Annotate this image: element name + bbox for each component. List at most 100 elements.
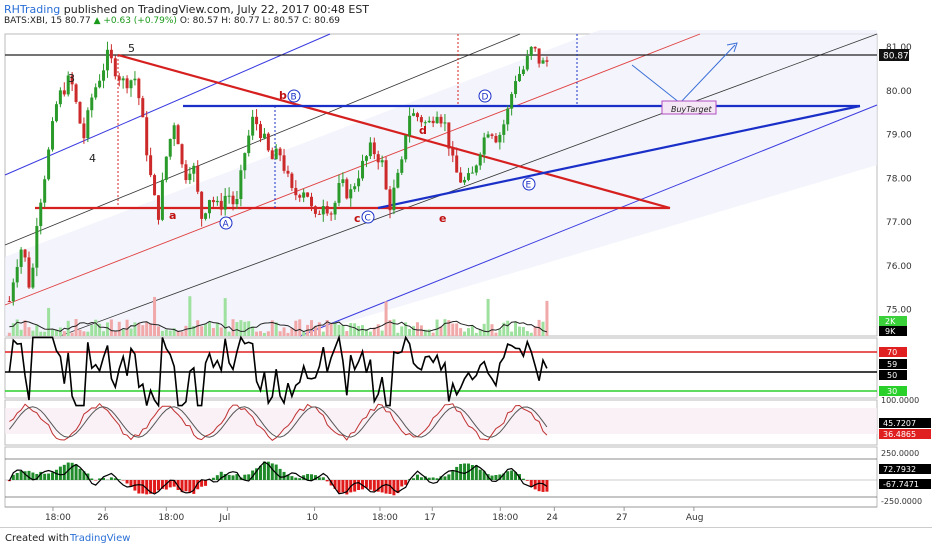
price-tick: 76.00	[886, 262, 912, 272]
cci-bar	[20, 471, 23, 480]
time-tick: 26	[97, 513, 109, 523]
volume-bar	[545, 301, 548, 336]
cci-bar	[90, 478, 93, 480]
ohlc-text: O: 80.57 H: 80.77 L: 80.57 C: 80.69	[180, 16, 340, 26]
cci-bar	[78, 469, 81, 480]
volume-bar	[130, 329, 133, 336]
volume-bar	[267, 331, 270, 336]
candle-body	[330, 213, 333, 214]
candle-body	[212, 200, 215, 202]
author-link[interactable]: RHTrading	[4, 3, 60, 16]
volume-bar	[35, 325, 38, 336]
volume-bar	[259, 331, 262, 336]
time-tick: 18:00	[492, 513, 518, 523]
cci-tag-1-text: 72.7932	[883, 465, 916, 474]
volume-bar	[467, 328, 470, 336]
symbol-text[interactable]: BATS:XBI, 15	[4, 16, 62, 26]
candle-body	[432, 121, 435, 123]
volume-bar	[294, 321, 297, 336]
volume-bar	[235, 322, 238, 336]
cci-bar	[216, 475, 219, 480]
cci-bar	[373, 480, 376, 491]
candle-body	[306, 192, 309, 196]
candle-body	[35, 226, 38, 268]
volume-bar	[400, 326, 403, 336]
volume-bar	[239, 320, 242, 336]
candle-body	[27, 257, 30, 287]
candle-body	[502, 124, 505, 135]
symbol-header: BATS:XBI, 15 80.77 ▲ +0.63 (+0.79%) O: 8…	[4, 16, 340, 26]
candle-body	[118, 76, 121, 80]
cci-bar	[494, 475, 497, 480]
candle-body	[228, 196, 231, 197]
cci-bar	[59, 467, 62, 480]
tradingview-logo[interactable]: TradingView	[70, 533, 130, 544]
candle-body	[90, 98, 93, 111]
candle-body	[334, 203, 337, 215]
circled-label-A: A	[223, 220, 230, 230]
volume-bar	[471, 326, 474, 336]
volume-bar	[157, 326, 160, 336]
time-tick: 17	[424, 513, 435, 523]
candle-body	[542, 60, 545, 63]
cci-bar	[63, 465, 66, 480]
candle-body	[369, 142, 372, 156]
time-tick: Jul	[218, 513, 230, 523]
candle-body	[59, 90, 62, 104]
candle-body	[534, 47, 537, 49]
candle-body	[267, 134, 270, 151]
candle-body	[133, 79, 136, 81]
last-price-tag-text: 80.87	[883, 52, 909, 62]
vol-label-9k: 9K	[885, 327, 896, 336]
cci-bar	[16, 473, 19, 480]
candle-body	[314, 206, 317, 214]
candle-body	[102, 70, 105, 80]
volume-bar	[428, 329, 431, 336]
candle-body	[381, 160, 384, 162]
candle-body	[400, 159, 403, 173]
cci-tag-2-text: -67.7471	[883, 480, 919, 489]
candle-body	[239, 170, 242, 199]
volume-bar	[302, 332, 305, 336]
cci-bar	[428, 478, 431, 480]
candle-body	[318, 214, 321, 215]
time-tick: 18:00	[158, 513, 184, 523]
vol-label-2k: 2K	[885, 317, 896, 326]
candle-body	[475, 165, 478, 172]
candle-body	[388, 189, 391, 210]
volume-bar	[349, 323, 352, 336]
candle-body	[494, 136, 497, 142]
rsi-tag-50-text: 50	[887, 371, 897, 380]
volume-bar	[396, 333, 399, 336]
price-tick: 75.00	[886, 306, 912, 316]
cci-bar	[153, 480, 156, 493]
candle-body	[518, 74, 521, 81]
volume-bar	[31, 331, 34, 336]
volume-bar	[165, 330, 168, 336]
cci-bar	[526, 480, 529, 481]
cci-bar	[298, 478, 301, 480]
volume-bar	[43, 332, 46, 336]
stoch-tick-100: 100.0000	[881, 396, 919, 405]
volume-bar	[75, 319, 78, 336]
cci-bar	[542, 480, 545, 492]
cci-tick-neg250: -250.0000	[881, 497, 922, 506]
cci-bar	[506, 471, 509, 480]
price-tick: 79.00	[886, 131, 912, 141]
volume-bar	[443, 319, 446, 336]
candle-body	[153, 175, 156, 195]
volume-bar	[412, 326, 415, 336]
candle-body	[130, 80, 133, 88]
cci-bar	[463, 463, 466, 480]
chart-canvas[interactable]: 5 3 4 a b c d e A B C D E BuyTarget 81.0…	[0, 0, 932, 527]
candle-body	[310, 197, 313, 206]
cci-bar	[420, 477, 423, 480]
candle-body	[55, 104, 58, 121]
cci-bar	[290, 476, 293, 480]
candle-body	[271, 150, 274, 159]
candle-body	[385, 160, 388, 189]
candle-body	[326, 206, 329, 213]
volume-bar	[286, 333, 289, 336]
cci-bar	[271, 463, 274, 480]
candle-body	[392, 188, 395, 211]
